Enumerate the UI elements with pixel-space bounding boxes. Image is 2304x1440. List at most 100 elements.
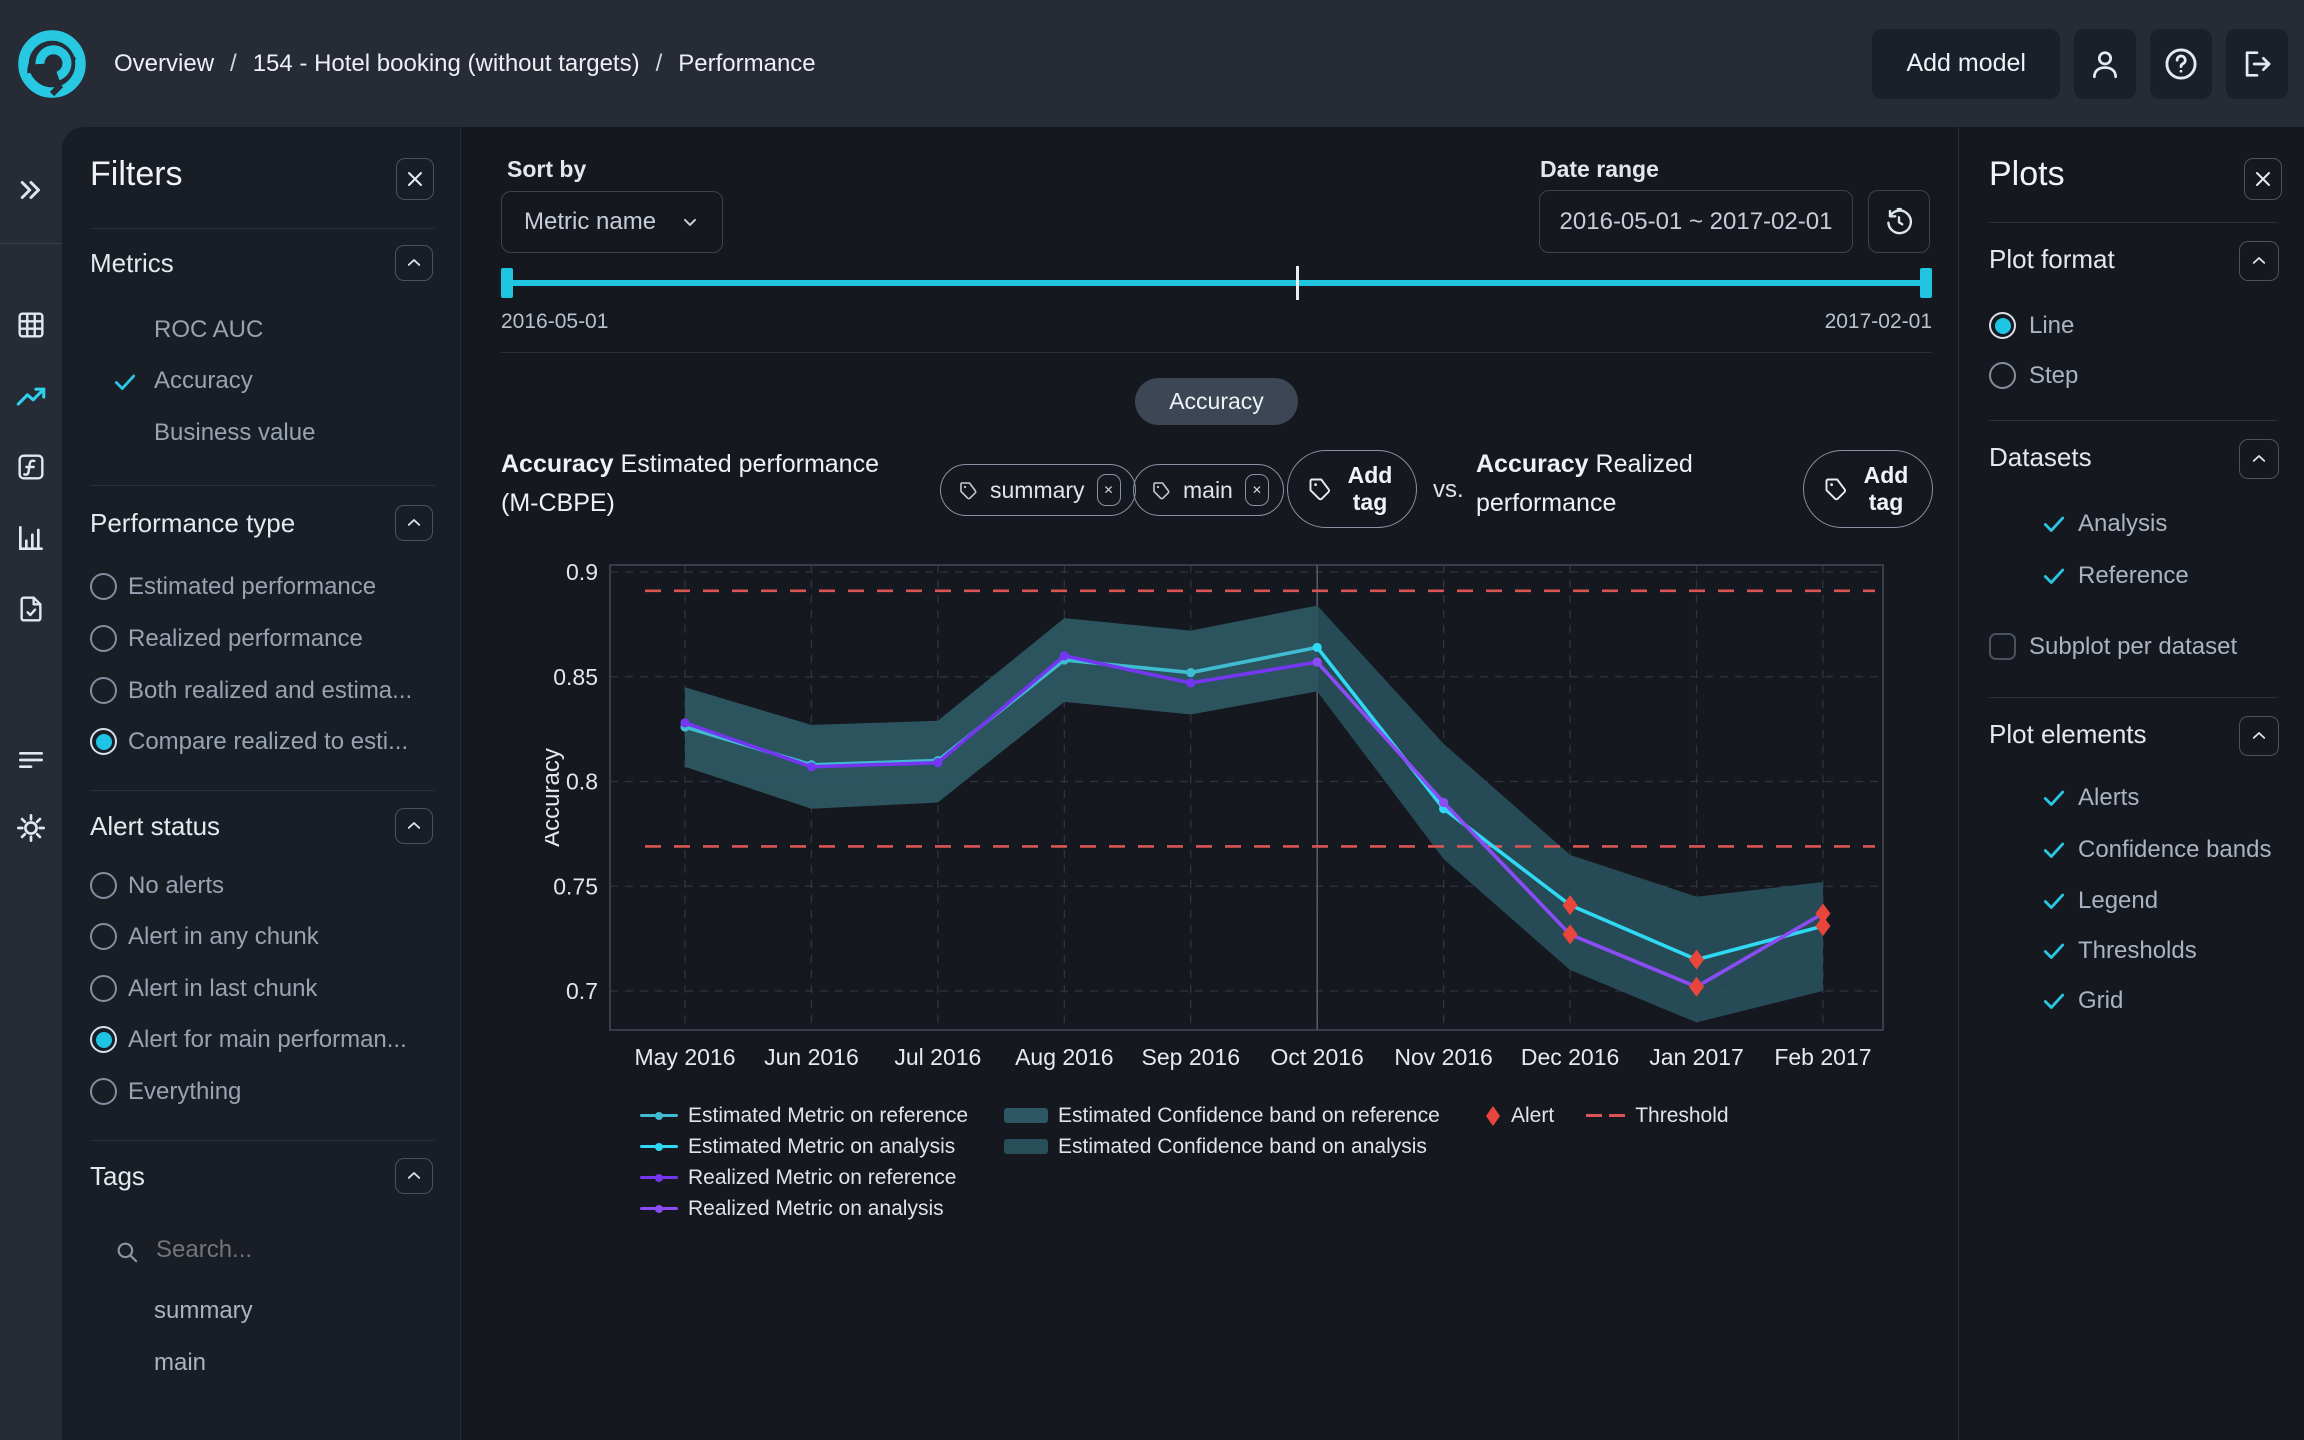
plot-element-label: Alerts bbox=[2078, 784, 2140, 811]
slider-handle-end[interactable] bbox=[1920, 268, 1932, 298]
legend-item-realized-analysis[interactable]: Realized Metric on analysis bbox=[640, 1193, 944, 1224]
rail-menu-button[interactable] bbox=[15, 744, 47, 776]
option-alert-main-performance[interactable]: Alert for main performan... bbox=[128, 1026, 407, 1054]
add-tag-button-left[interactable]: Add tag bbox=[1287, 450, 1417, 528]
breadcrumb-performance: Performance bbox=[678, 49, 816, 77]
tag-remove-button[interactable]: ✕ bbox=[1244, 474, 1269, 506]
plot-element-alerts[interactable]: Alerts bbox=[2041, 784, 2139, 812]
section-divider bbox=[1989, 697, 2277, 698]
user-button[interactable] bbox=[2074, 28, 2136, 99]
bar-chart-icon bbox=[15, 522, 47, 554]
logout-button[interactable] bbox=[2226, 28, 2288, 99]
date-range-input[interactable]: 2016-05-01 ~ 2017-02-01 bbox=[1539, 190, 1853, 253]
rail-function-view[interactable] bbox=[15, 451, 47, 483]
option-realized-performance[interactable]: Realized performance bbox=[128, 625, 363, 653]
rail-settings-button[interactable] bbox=[15, 812, 47, 844]
metric-item-business-value[interactable]: Business value bbox=[154, 419, 315, 447]
subplot-per-dataset-checkbox[interactable] bbox=[1989, 633, 2016, 660]
legend-item-estimated-reference[interactable]: Estimated Metric on reference bbox=[640, 1100, 968, 1131]
radio-everything[interactable] bbox=[90, 1078, 117, 1105]
performance-chart[interactable]: 0.9 0.85 0.8 0.75 0.7 May 2016 Jun 2016 Jul 201… bbox=[545, 550, 1945, 1090]
dataset-item-reference[interactable]: Reference bbox=[2041, 562, 2189, 590]
plot-element-grid[interactable]: Grid bbox=[2041, 987, 2123, 1015]
add-model-button[interactable]: Add model bbox=[1872, 28, 2060, 99]
slider-handle-start[interactable] bbox=[501, 268, 513, 298]
nannyml-logo[interactable] bbox=[16, 28, 88, 100]
plot-element-label: Thresholds bbox=[2078, 937, 2197, 964]
option-both-realized-estimated[interactable]: Both realized and estima... bbox=[128, 677, 412, 705]
metric-item-accuracy[interactable]: Accuracy bbox=[154, 367, 253, 395]
rail-distribution-view[interactable] bbox=[15, 522, 47, 554]
option-alert-last-chunk[interactable]: Alert in last chunk bbox=[128, 975, 317, 1003]
date-range-slider-track[interactable] bbox=[501, 280, 1932, 286]
option-compare-realized-estimated[interactable]: Compare realized to esti... bbox=[128, 728, 408, 756]
check-icon bbox=[2041, 988, 2067, 1014]
chevron-up-icon bbox=[2250, 450, 2268, 468]
legend-item-estimated-analysis[interactable]: Estimated Metric on analysis bbox=[640, 1131, 955, 1162]
filters-close-button[interactable] bbox=[396, 158, 434, 200]
metric-tab-accuracy[interactable]: Accuracy bbox=[1135, 378, 1298, 425]
date-range-reset-button[interactable] bbox=[1868, 190, 1930, 253]
metric-item-roc-auc[interactable]: ROC AUC bbox=[154, 316, 263, 344]
date-range-value: 2016-05-01 ~ 2017-02-01 bbox=[1559, 207, 1833, 235]
option-alert-any-chunk[interactable]: Alert in any chunk bbox=[128, 923, 319, 951]
tag-chip-summary[interactable]: summary ✕ bbox=[940, 464, 1136, 516]
breadcrumb-model[interactable]: 154 - Hotel booking (without targets) bbox=[253, 50, 640, 78]
rail-table-view[interactable] bbox=[15, 309, 47, 341]
radio-compare-realized-estimated[interactable] bbox=[90, 728, 117, 755]
tag-item-summary[interactable]: summary bbox=[154, 1297, 253, 1325]
breadcrumb-overview[interactable]: Overview bbox=[114, 50, 214, 78]
expand-sidebar-button[interactable] bbox=[16, 175, 46, 205]
option-no-alerts[interactable]: No alerts bbox=[128, 872, 224, 900]
plot-element-confidence-bands[interactable]: Confidence bands bbox=[2041, 836, 2271, 864]
add-tag-button-right[interactable]: Add tag bbox=[1803, 450, 1933, 528]
dataset-item-analysis[interactable]: Analysis bbox=[2041, 510, 2167, 538]
sort-by-select[interactable]: Metric name bbox=[501, 191, 723, 253]
plot-element-thresholds[interactable]: Thresholds bbox=[2041, 937, 2197, 965]
legend-item-alert[interactable]: Alert Threshold bbox=[1485, 1100, 1729, 1131]
radio-plot-format-line[interactable] bbox=[1989, 312, 2016, 339]
help-button[interactable] bbox=[2150, 28, 2212, 99]
plot-elements-collapse-button[interactable] bbox=[2239, 716, 2279, 756]
option-plot-format-step[interactable]: Step bbox=[2029, 362, 2078, 390]
right-plot-title: Accuracy Realized performance bbox=[1476, 445, 1736, 523]
datasets-collapse-button[interactable] bbox=[2239, 439, 2279, 479]
y-tick-label: 0.7 bbox=[566, 978, 598, 1004]
option-plot-format-line[interactable]: Line bbox=[2029, 312, 2074, 340]
tags-search-input[interactable] bbox=[154, 1235, 398, 1265]
left-plot-metric: Accuracy bbox=[501, 450, 614, 478]
legend-label: Alert bbox=[1511, 1103, 1555, 1127]
tags-collapse-button[interactable] bbox=[395, 1158, 433, 1194]
radio-both-realized-estimated[interactable] bbox=[90, 677, 117, 704]
performance-type-collapse-button[interactable] bbox=[395, 505, 433, 541]
check-icon bbox=[2041, 785, 2067, 811]
tag-item-main[interactable]: main bbox=[154, 1349, 206, 1377]
option-everything[interactable]: Everything bbox=[128, 1078, 241, 1106]
breadcrumb-separator: / bbox=[655, 49, 663, 77]
rail-logs-view[interactable] bbox=[15, 593, 47, 625]
tag-icon bbox=[1152, 481, 1171, 500]
plot-format-collapse-button[interactable] bbox=[2239, 241, 2279, 281]
radio-realized-performance[interactable] bbox=[90, 625, 117, 652]
radio-alert-main-performance[interactable] bbox=[90, 1026, 117, 1053]
dataset-label: Analysis bbox=[2078, 510, 2168, 537]
section-divider bbox=[1989, 222, 2277, 223]
legend-item-realized-reference[interactable]: Realized Metric on reference bbox=[640, 1162, 956, 1193]
radio-no-alerts[interactable] bbox=[90, 872, 117, 899]
radio-alert-last-chunk[interactable] bbox=[90, 975, 117, 1002]
option-estimated-performance[interactable]: Estimated performance bbox=[128, 573, 376, 601]
radio-plot-format-step[interactable] bbox=[1989, 362, 2016, 389]
radio-alert-any-chunk[interactable] bbox=[90, 923, 117, 950]
plots-close-button[interactable] bbox=[2244, 158, 2282, 200]
alert-status-collapse-button[interactable] bbox=[395, 808, 433, 844]
legend-item-band-analysis[interactable]: Estimated Confidence band on analysis bbox=[1004, 1131, 1427, 1162]
tag-chip-main[interactable]: main ✕ bbox=[1133, 464, 1284, 516]
subplot-per-dataset-label[interactable]: Subplot per dataset bbox=[2029, 633, 2237, 661]
rail-performance-view[interactable] bbox=[14, 380, 48, 414]
tag-remove-button[interactable]: ✕ bbox=[1096, 474, 1121, 506]
app-root: Overview / 154 - Hotel booking (without … bbox=[0, 0, 2304, 1440]
plot-element-legend[interactable]: Legend bbox=[2041, 887, 2158, 915]
radio-estimated-performance[interactable] bbox=[90, 573, 117, 600]
legend-item-band-reference[interactable]: Estimated Confidence band on reference bbox=[1004, 1100, 1440, 1131]
metrics-collapse-button[interactable] bbox=[395, 245, 433, 281]
